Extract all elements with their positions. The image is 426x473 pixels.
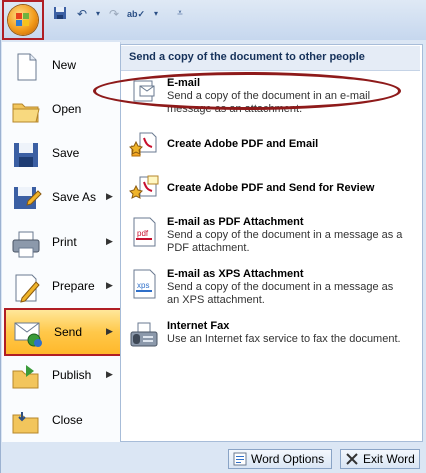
menu-item-label: New — [52, 58, 77, 72]
send-option-email-xps[interactable]: xps E-mail as XPS Attachment Send a copy… — [124, 268, 414, 312]
menu-item-close[interactable]: Close — [2, 400, 120, 444]
send-submenu-title: Send a copy of the document to other peo… — [129, 51, 365, 63]
spelling-icon[interactable]: ab✓ — [126, 6, 146, 22]
menu-item-label: Open — [52, 102, 82, 116]
xps-attachment-icon: xps — [128, 268, 160, 300]
quick-access-toolbar: ↶ ▾ ↷ ab✓ ▾ ⩡ — [0, 0, 426, 41]
send-option-adobe-pdf-email[interactable]: Create Adobe PDF and Email — [124, 130, 414, 162]
submenu-arrow-icon: ▶ — [106, 326, 113, 336]
printer-icon — [10, 228, 42, 260]
pdf-attachment-icon: pdf — [128, 216, 160, 248]
spelling-dropdown-icon[interactable]: ▾ — [148, 6, 164, 22]
menu-item-label: Prepare — [52, 279, 95, 293]
highlight-annotation — [93, 72, 401, 110]
word-options-label: Word Options — [251, 452, 325, 466]
close-folder-icon — [10, 406, 42, 438]
submenu-arrow-icon: ▶ — [106, 191, 113, 201]
send-option-title: Create Adobe PDF and Send for Review — [167, 182, 375, 194]
svg-text:pdf: pdf — [137, 229, 149, 238]
submenu-arrow-icon: ▶ — [106, 280, 113, 290]
send-option-title: Internet Fax — [167, 320, 230, 332]
send-option-description: Use an Internet fax service to fax the d… — [167, 333, 401, 345]
menu-item-print[interactable]: Print ▶ — [2, 222, 120, 266]
word-options-icon — [233, 452, 247, 466]
customize-toolbar-icon[interactable]: ⩡ — [172, 6, 188, 22]
open-folder-icon — [10, 95, 42, 127]
new-document-icon — [10, 51, 42, 83]
close-icon — [345, 452, 359, 466]
menu-item-publish[interactable]: Publish ▶ — [2, 355, 120, 399]
menu-item-prepare[interactable]: Prepare ▶ — [2, 266, 120, 310]
menu-item-save-as[interactable]: Save As ▶ — [2, 177, 120, 221]
exit-word-button[interactable]: Exit Word — [340, 449, 420, 469]
menu-item-label: Save As — [52, 190, 97, 204]
menu-item-send[interactable]: Send ▶ — [4, 308, 126, 356]
exit-word-label: Exit Word — [363, 452, 415, 466]
send-option-email-pdf[interactable]: pdf E-mail as PDF Attachment Send a copy… — [124, 216, 414, 260]
fax-machine-icon — [128, 320, 160, 352]
adobe-pdf-email-icon — [128, 130, 160, 162]
send-option-title: E-mail as XPS Attachment — [167, 268, 304, 280]
save-as-icon — [10, 183, 42, 215]
send-option-title: Create Adobe PDF and Email — [167, 138, 319, 150]
menu-item-save[interactable]: Save — [2, 133, 120, 177]
word-options-button[interactable]: Word Options — [228, 449, 332, 469]
submenu-arrow-icon: ▶ — [106, 369, 113, 379]
menu-item-new[interactable]: New — [2, 45, 120, 89]
prepare-document-icon — [10, 272, 42, 304]
menu-item-label: Print — [52, 235, 77, 249]
send-submenu-header: Send a copy of the document to other peo… — [121, 46, 420, 71]
save-disk-icon — [10, 139, 42, 171]
send-mail-icon — [12, 316, 44, 348]
menu-item-label: Close — [52, 413, 83, 427]
send-option-adobe-pdf-review[interactable]: Create Adobe PDF and Send for Review — [124, 174, 414, 206]
save-icon[interactable] — [52, 6, 68, 22]
adobe-pdf-review-icon — [128, 174, 160, 206]
publish-icon — [10, 361, 42, 393]
undo-dropdown-icon[interactable]: ▾ — [90, 6, 106, 22]
send-option-internet-fax[interactable]: Internet Fax Use an Internet fax service… — [124, 320, 414, 364]
send-option-title: E-mail as PDF Attachment — [167, 216, 304, 228]
office-button[interactable] — [2, 0, 44, 40]
menu-item-label: Publish — [52, 368, 92, 382]
submenu-arrow-icon: ▶ — [106, 236, 113, 246]
undo-icon[interactable]: ↶ — [74, 6, 90, 22]
svg-text:xps: xps — [137, 281, 149, 290]
menu-item-label: Send — [54, 325, 83, 339]
office-logo-icon — [8, 5, 38, 35]
redo-icon[interactable]: ↷ — [106, 6, 122, 22]
send-option-description: Send a copy of the document in a message… — [167, 229, 403, 254]
menu-item-label: Save — [52, 146, 80, 160]
send-option-description: Send a copy of the document in a message… — [167, 281, 394, 306]
